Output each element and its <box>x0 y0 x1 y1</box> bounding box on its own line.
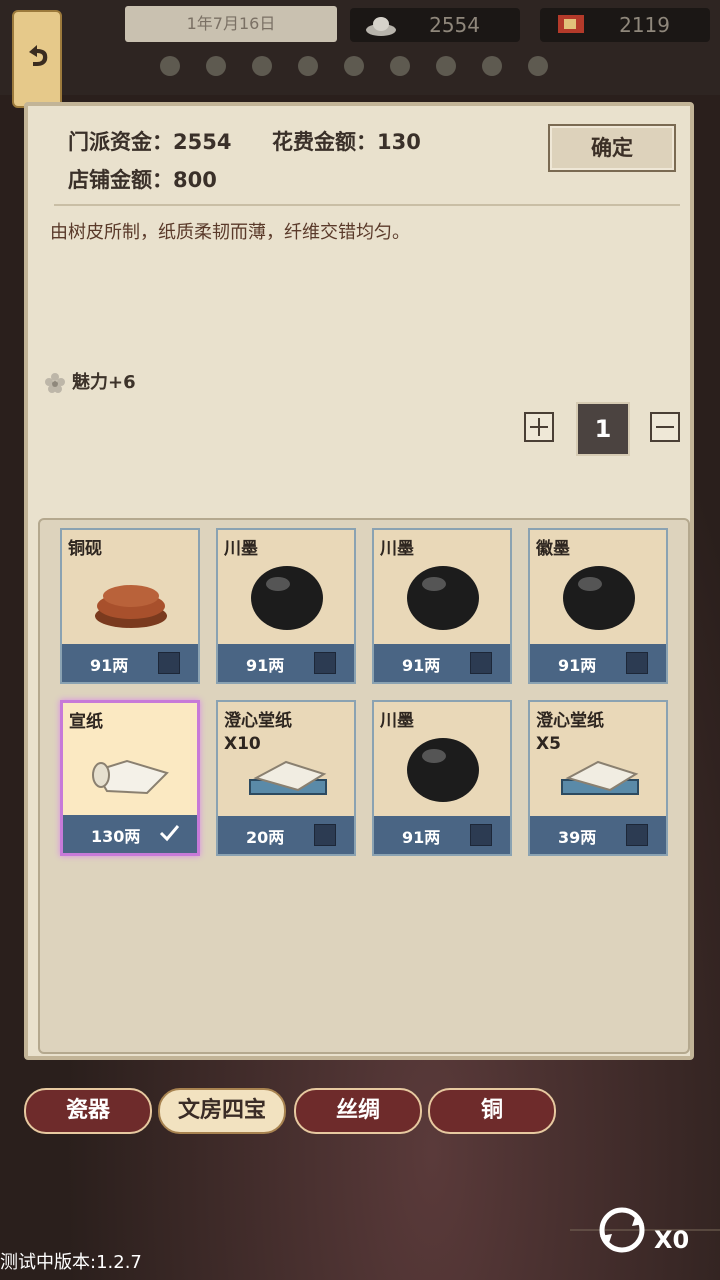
item-checkbox[interactable] <box>470 824 492 846</box>
item-name: 铜砚 <box>68 539 102 559</box>
item-footer: 91两 <box>374 644 510 682</box>
item-name: 川墨 <box>380 539 414 559</box>
item-checkbox[interactable] <box>314 824 336 846</box>
item-price: 91两 <box>402 828 441 847</box>
item-card[interactable]: 川墨 91两 <box>216 528 356 684</box>
item-name: 川墨 <box>224 539 258 559</box>
item-price: 91两 <box>558 656 597 675</box>
item-name: 徽墨 <box>536 539 570 559</box>
item-card[interactable]: 川墨 91两 <box>372 528 512 684</box>
item-footer: 130两 <box>63 815 197 853</box>
inkstone-icon <box>95 585 167 628</box>
item-footer: 39两 <box>530 816 666 854</box>
item-price: 130两 <box>91 827 141 846</box>
item-name: 宣纸 <box>69 712 103 732</box>
item-price: 91两 <box>402 656 441 675</box>
item-checkbox[interactable] <box>314 652 336 674</box>
item-footer: 91两 <box>62 644 198 682</box>
tab-copper[interactable]: 铜 <box>428 1088 556 1134</box>
item-price: 20两 <box>246 828 285 847</box>
item-footer: 91两 <box>218 644 354 682</box>
flag-amount: 2119 <box>619 13 670 37</box>
item-checkbox[interactable] <box>626 824 648 846</box>
item-card[interactable]: 徽墨 91两 <box>528 528 668 684</box>
item-checkbox[interactable] <box>158 652 180 674</box>
back-arrow-icon <box>29 45 48 66</box>
increase-quantity-button[interactable] <box>524 412 554 442</box>
ink-stick-icon <box>251 566 323 630</box>
item-card[interactable]: 铜砚 91两 <box>60 528 200 684</box>
item-footer: 20两 <box>218 816 354 854</box>
item-price: 91两 <box>246 656 285 675</box>
refresh-button[interactable] <box>570 1200 720 1260</box>
spend-amount: 花费金额：130 <box>272 130 421 154</box>
divider <box>54 204 680 206</box>
ink-stick-icon <box>563 566 635 630</box>
charm-flower-icon <box>45 373 65 393</box>
banner-flag-icon <box>558 15 584 33</box>
item-card[interactable]: 川墨 91两 <box>372 700 512 856</box>
silver-ingot-icon <box>366 17 396 36</box>
attribute-bonus: 魅力+6 <box>44 368 136 394</box>
silver-amount: 2554 <box>429 13 480 37</box>
shop-panel: 门派资金：2554 花费金额：130 店铺金额：800 确定 由树皮所制，纸质柔… <box>24 102 694 1060</box>
item-card[interactable]: 澄心堂纸 X5 39两 <box>528 700 668 856</box>
paper-bundle-icon <box>249 760 327 795</box>
item-name: 澄心堂纸 <box>536 711 604 731</box>
decrease-quantity-button[interactable] <box>650 412 680 442</box>
item-card-selected[interactable]: 宣纸 130两 <box>60 700 200 856</box>
top-bar: 1年7月16日 2554 2119 <box>0 0 720 95</box>
confirm-button[interactable]: 确定 <box>548 124 676 172</box>
shop-amount: 店铺金额：800 <box>68 168 217 192</box>
item-description: 由树皮所制，纸质柔韧而薄，纤维交错均匀。 <box>50 222 410 243</box>
item-checkbox[interactable] <box>626 652 648 674</box>
date-display: 1年7月16日 <box>125 6 337 42</box>
item-checkbox[interactable] <box>470 652 492 674</box>
paper-bundle-icon <box>561 760 639 795</box>
quantity-display: 1 <box>576 402 630 456</box>
item-price: 39两 <box>558 828 597 847</box>
item-card[interactable]: 澄心堂纸 X10 20两 <box>216 700 356 856</box>
sect-fund: 门派资金：2554 <box>68 130 232 154</box>
tab-four-treasures[interactable]: 文房四宝 <box>158 1088 286 1134</box>
silver-resource: 2554 <box>350 8 520 42</box>
tab-silk[interactable]: 丝绸 <box>294 1088 422 1134</box>
version-label: 测试中版本:1.2.7 <box>0 1252 142 1273</box>
checkmark-icon[interactable] <box>159 823 179 843</box>
ink-stick-icon <box>407 566 479 630</box>
item-price: 91两 <box>90 656 129 675</box>
attribute-text: 魅力+6 <box>72 372 136 393</box>
tab-porcelain[interactable]: 瓷器 <box>24 1088 152 1134</box>
item-footer: 91两 <box>530 644 666 682</box>
refresh-count: X0 <box>654 1226 690 1254</box>
progress-dots <box>160 56 720 80</box>
flag-resource: 2119 <box>540 8 710 42</box>
back-button[interactable] <box>12 10 62 108</box>
item-footer: 91两 <box>374 816 510 854</box>
item-name: 川墨 <box>380 711 414 731</box>
paper-scroll-icon <box>92 759 169 795</box>
item-name: 澄心堂纸 <box>224 711 292 731</box>
item-grid: 铜砚 91两 川墨 91两 川墨 91两 徽墨 91两 宣纸 130两 澄心堂纸… <box>38 518 690 1054</box>
ink-stick-icon <box>407 738 479 802</box>
